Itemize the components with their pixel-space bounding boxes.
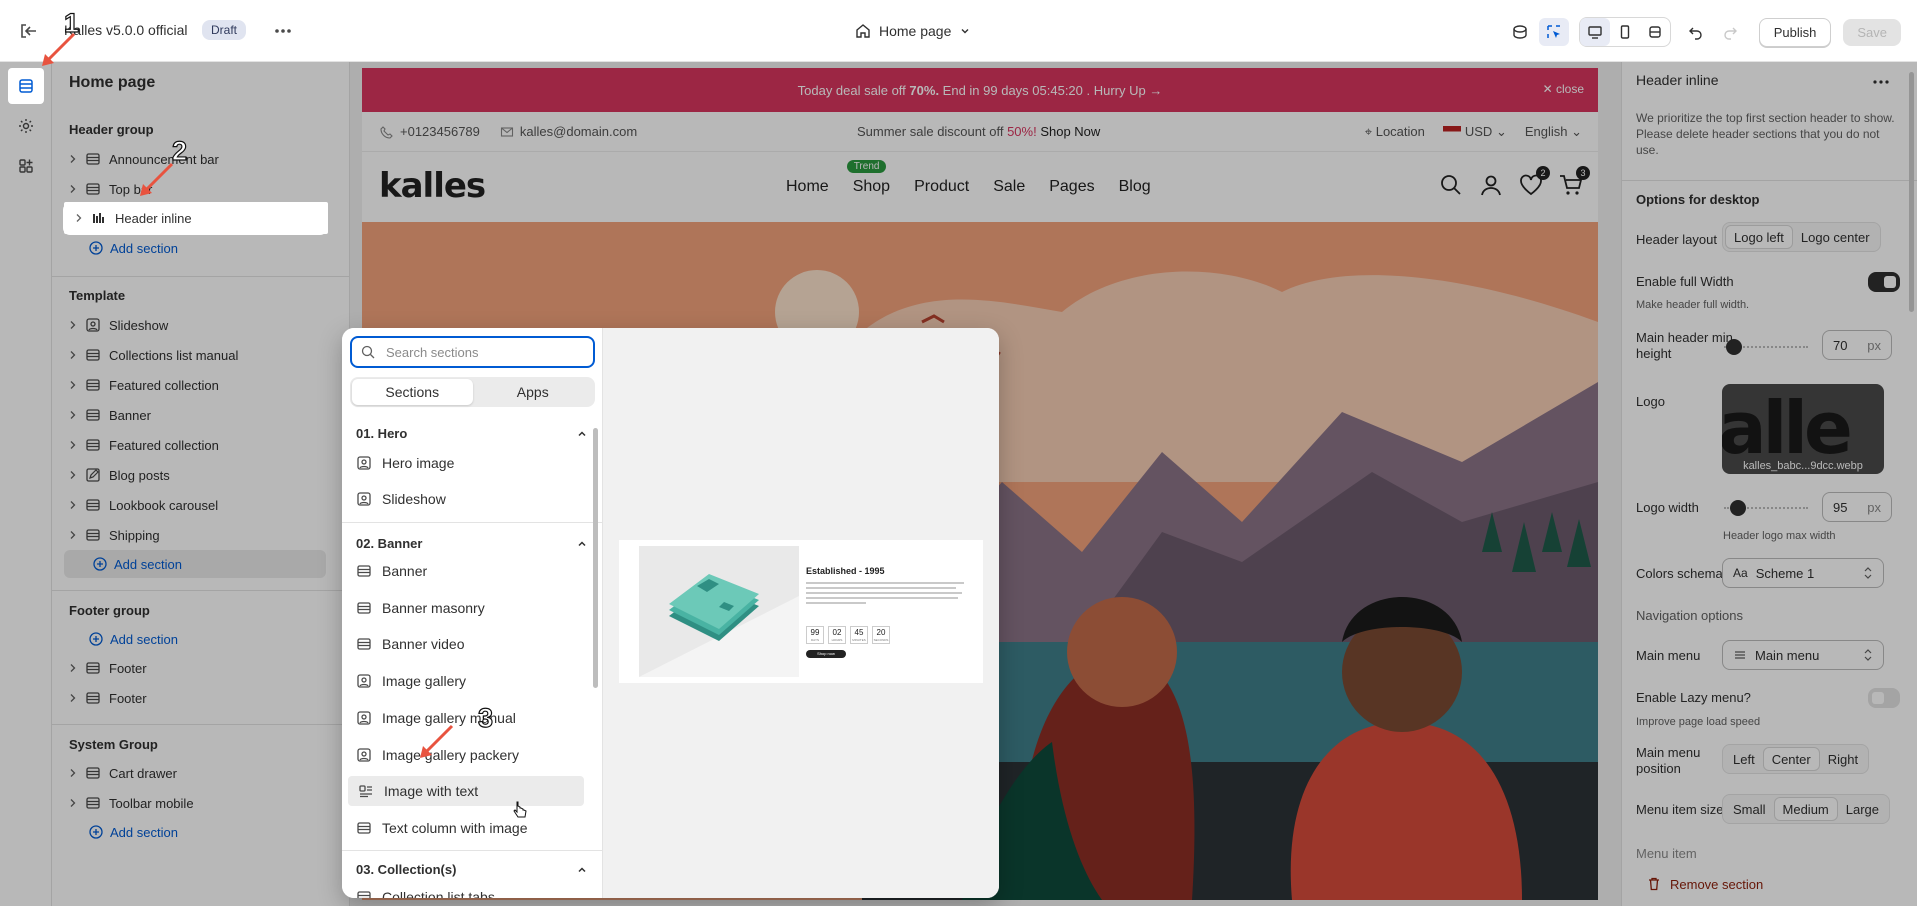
highlighted-sections-icon[interactable] (8, 68, 44, 104)
section-list: 01. Hero Hero image Slideshow 02. Banner… (342, 416, 603, 898)
section-option-banner-masonry[interactable]: Banner masonry (346, 591, 586, 625)
search-icon (361, 345, 375, 359)
highlighted-sidebar-item-header-inline[interactable]: Header inline (64, 202, 328, 234)
add-section-picker: Search sections Sections Apps 01. Hero H… (342, 328, 999, 898)
inspector-icon[interactable] (1538, 18, 1569, 46)
section-preview-pane: Established - 1995 99 DAYS 02 HOURS 45 MINU… (603, 328, 999, 898)
annotation-number-3: 3 (477, 702, 494, 733)
image-icon (357, 674, 371, 688)
annotation-number-2: 2 (171, 135, 188, 166)
section-option-slideshow[interactable]: Slideshow (346, 482, 586, 516)
preview-image (639, 546, 799, 677)
section-option-image-gallery-manual[interactable]: Image gallery manual (346, 701, 586, 735)
image-icon (357, 456, 371, 470)
search-sections-input[interactable]: Search sections (350, 336, 595, 368)
mobile-icon[interactable] (1610, 18, 1640, 46)
section-option-image-gallery[interactable]: Image gallery (346, 664, 586, 698)
sidebar-item-label: Header inline (115, 210, 192, 226)
hand-cursor-icon (513, 801, 527, 818)
picker-tabs: Sections Apps (350, 377, 595, 407)
section-option-image-with-text[interactable]: Image with text (345, 773, 587, 810)
annotation-number-1: 1 (63, 7, 80, 38)
top-bar: Kalles v5.0.0 official Draft Home page P… (0, 0, 1917, 62)
picker-list-pane: Search sections Sections Apps 01. Hero H… (342, 328, 603, 898)
tab-apps[interactable]: Apps (473, 379, 594, 405)
preview-paragraph (806, 582, 966, 612)
section-option-hero-image[interactable]: Hero image (346, 446, 586, 480)
picker-scrollbar[interactable] (593, 428, 598, 688)
section-option-label: Text column with image (382, 819, 528, 836)
section-option-collection-list-tabs[interactable]: Collection list tabs (346, 880, 586, 898)
chevron-right-icon (76, 214, 82, 222)
chevron-up-icon (578, 430, 586, 436)
home-icon (856, 24, 870, 38)
category-collections[interactable]: 03. Collection(s) (356, 862, 588, 877)
undo-icon[interactable] (1681, 18, 1711, 46)
section-icon (357, 891, 371, 898)
section-option-banner[interactable]: Banner (346, 554, 586, 588)
countdown-seconds: 20 SECONDS (872, 626, 890, 644)
countdown-hours: 02 HOURS (828, 626, 846, 644)
section-icon (357, 638, 371, 651)
section-option-banner-video[interactable]: Banner video (346, 627, 586, 661)
tab-sections[interactable]: Sections (352, 379, 473, 405)
preview-countdown: 99 DAYS 02 HOURS 45 MINUTES 20 SECONDS (806, 626, 890, 644)
search-placeholder: Search sections (386, 344, 479, 360)
fullscreen-icon[interactable] (1640, 18, 1670, 46)
image-with-text-preview: Established - 1995 99 DAYS 02 HOURS 45 MINU… (619, 540, 983, 683)
annotation-arrow-3 (420, 724, 454, 758)
save-button[interactable]: Save (1843, 18, 1901, 46)
preview-shop-button: Shop now (806, 650, 846, 658)
preview-title: Established - 1995 (806, 566, 885, 576)
image-icon (357, 711, 371, 725)
section-icon (357, 822, 371, 834)
chevron-down-icon (961, 29, 969, 34)
publish-button[interactable]: Publish (1758, 17, 1832, 47)
category-banner[interactable]: 02. Banner (356, 536, 588, 551)
section-icon (357, 602, 371, 614)
countdown-days: 99 DAYS (806, 626, 824, 644)
image-icon (357, 747, 371, 762)
page-selector[interactable]: Home page (855, 18, 971, 44)
section-option-label: Banner masonry (382, 599, 485, 616)
section-option-label: Banner (382, 563, 428, 579)
more-actions-icon[interactable] (270, 20, 296, 42)
image-text-icon (359, 785, 372, 798)
countdown-minutes: 45 MINUTES (850, 626, 868, 644)
chevron-up-icon (578, 866, 586, 872)
section-option-text-column-with-image[interactable]: Text column with image (346, 811, 586, 845)
top-bar-actions: Publish Save (1505, 17, 1901, 47)
draft-badge: Draft (202, 20, 247, 40)
redo-icon[interactable] (1715, 18, 1745, 46)
device-switcher (1578, 17, 1671, 47)
chevron-up-icon (578, 540, 586, 546)
divider (342, 850, 603, 851)
page-selector-label: Home page (879, 23, 952, 39)
section-option-label: Banner video (382, 636, 465, 653)
section-icon (357, 565, 371, 577)
category-hero[interactable]: 01. Hero (356, 426, 588, 441)
desktop-icon[interactable] (1579, 18, 1610, 46)
section-option-label: Image with text (384, 783, 479, 800)
divider (342, 522, 603, 523)
theme-store-icon[interactable] (1505, 18, 1535, 46)
section-option-image-gallery-packery[interactable]: Image gallery packery (346, 738, 586, 772)
section-option-label: Image gallery (382, 673, 467, 690)
image-icon (357, 492, 371, 506)
header-bars-icon (93, 213, 104, 223)
